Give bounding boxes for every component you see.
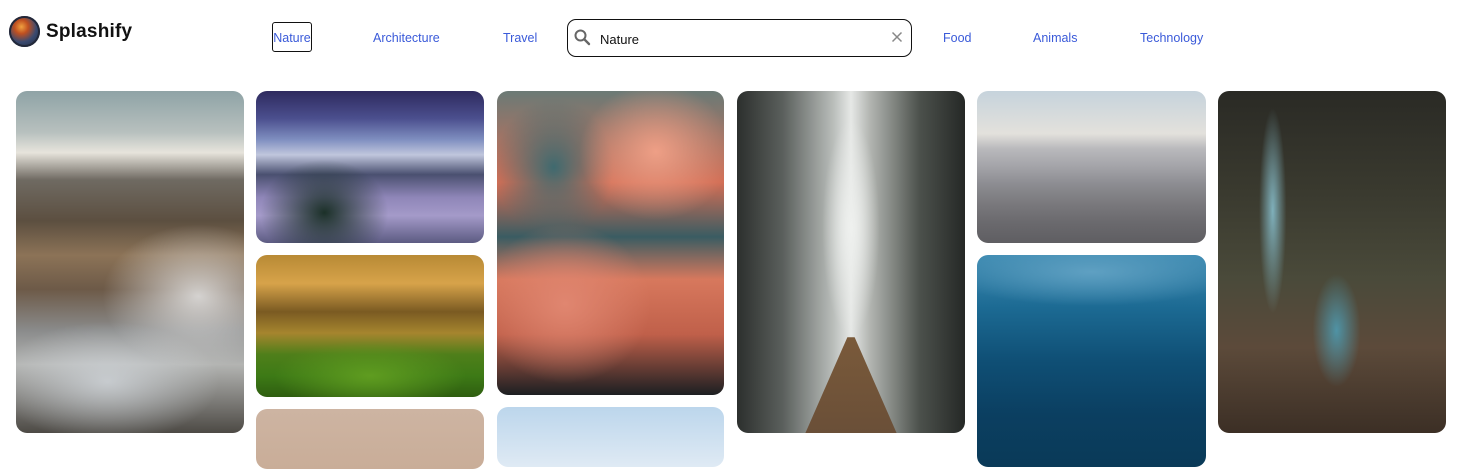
- search-input[interactable]: [598, 28, 882, 50]
- gallery-image-mountain-landscape[interactable]: [16, 91, 244, 433]
- gallery-image-forest-river[interactable]: [1218, 91, 1446, 433]
- nav-link-technology[interactable]: Technology: [1140, 31, 1203, 45]
- gallery-image-foggy-forest-road[interactable]: [737, 91, 965, 433]
- gallery-image-underwater-ocean[interactable]: [977, 255, 1206, 467]
- gallery-image-misty-hills[interactable]: [977, 91, 1206, 243]
- avatar-icon: [9, 16, 40, 47]
- nav-link-travel[interactable]: Travel: [503, 31, 537, 45]
- app-name: Splashify: [46, 20, 133, 42]
- header: Splashify Nature Architecture Travel Foo…: [0, 0, 1464, 80]
- gallery-image-beige-photo[interactable]: [256, 409, 484, 469]
- gallery-image-sky-flowers[interactable]: [497, 407, 724, 467]
- nav-link-nature[interactable]: Nature: [272, 22, 312, 52]
- search-icon: [574, 29, 591, 46]
- gallery-image-snowy-valley[interactable]: [256, 91, 484, 243]
- search-bar: [567, 19, 912, 57]
- gallery-image-red-clouds[interactable]: [497, 91, 724, 395]
- nav-link-animals[interactable]: Animals: [1033, 31, 1077, 45]
- gallery-image-autumn-forest[interactable]: [256, 255, 484, 397]
- logo[interactable]: Splashify: [9, 16, 132, 47]
- nav-link-architecture[interactable]: Architecture: [373, 31, 440, 45]
- close-icon[interactable]: [890, 30, 904, 44]
- nav-link-food[interactable]: Food: [943, 31, 972, 45]
